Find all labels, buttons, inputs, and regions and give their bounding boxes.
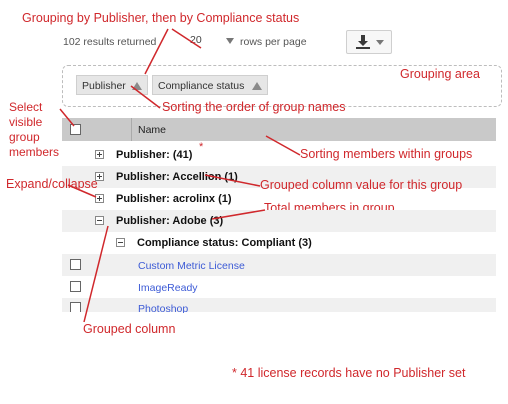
annotation-lines [59, 28, 301, 323]
